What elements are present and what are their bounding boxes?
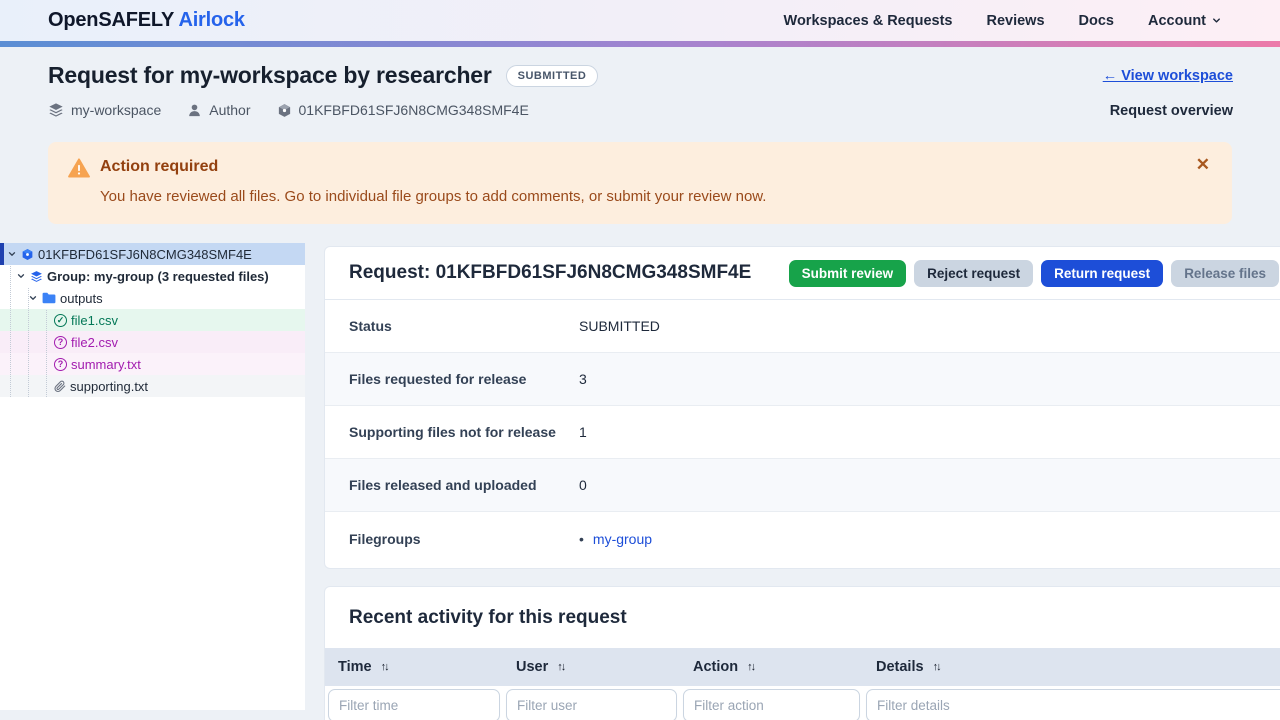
status-badge: SUBMITTED — [505, 64, 599, 87]
layers-icon — [48, 102, 64, 118]
check-circle-icon: ✓ — [54, 313, 67, 327]
page-title-row: Request for my-workspace by researcher S… — [48, 62, 599, 89]
release-files-button[interactable]: Release files — [1171, 259, 1279, 287]
request-card-header: Request: 01KFBFD61SFJ6N8CMG348SMF4E Subm… — [325, 247, 1280, 300]
filter-time-input[interactable] — [328, 689, 500, 720]
warning-icon — [68, 158, 90, 183]
filter-user-input[interactable] — [506, 689, 677, 720]
column-header-details[interactable]: Details ↑↓ — [863, 659, 1280, 675]
meta-workspace: my-workspace — [48, 102, 161, 118]
alert-title: Action required — [100, 158, 219, 175]
box-icon — [277, 103, 292, 118]
tree-guide — [28, 288, 29, 397]
paperclip-icon — [54, 380, 66, 393]
top-header: OpenSAFELY Airlock Workspaces & Requests… — [0, 0, 1280, 41]
sort-icon[interactable]: ↑↓ — [933, 661, 942, 673]
nav-account[interactable]: Account — [1148, 13, 1222, 29]
return-request-button[interactable]: Return request — [1041, 259, 1164, 287]
question-circle-icon: ? — [54, 335, 67, 349]
logo-opensafely: OpenSAFELY — [48, 9, 174, 31]
app-logo[interactable]: OpenSAFELY Airlock — [48, 9, 245, 32]
activity-filter-row — [325, 686, 1280, 720]
file-tree: 01KFBFD61SFJ6N8CMG348SMF4E Group: my-gro… — [0, 243, 305, 710]
user-icon — [187, 103, 202, 118]
request-actions: Submit review Reject request Return requ… — [788, 259, 1279, 287]
tree-guide — [10, 266, 11, 397]
tree-item-label: file2.csv — [71, 334, 118, 350]
filter-action-input[interactable] — [683, 689, 860, 720]
chevron-down-icon[interactable] — [28, 293, 38, 303]
meta-request-id: 01KFBFD61SFJ6N8CMG348SMF4E — [277, 102, 529, 118]
tree-item-label: file1.csv — [71, 312, 118, 328]
sort-icon[interactable]: ↑↓ — [557, 661, 566, 673]
tree-item-label: 01KFBFD61SFJ6N8CMG348SMF4E — [38, 246, 252, 262]
main-nav: Workspaces & Requests Reviews Docs Accou… — [784, 13, 1222, 29]
activity-title: Recent activity for this request — [349, 607, 627, 628]
question-circle-icon: ? — [54, 357, 67, 371]
request-card-title: Request: 01KFBFD61SFJ6N8CMG348SMF4E — [349, 262, 752, 283]
gradient-divider — [0, 41, 1280, 47]
filter-details-input[interactable] — [866, 689, 1280, 720]
request-box-icon — [21, 248, 34, 261]
tree-item-label: outputs — [60, 290, 103, 306]
submit-review-button[interactable]: Submit review — [788, 259, 907, 287]
close-icon[interactable]: ✕ — [1196, 155, 1210, 175]
column-header-action[interactable]: Action ↑↓ — [680, 659, 863, 675]
airlock-app: OpenSAFELY Airlock Workspaces & Requests… — [0, 0, 1280, 720]
layers-icon — [30, 270, 43, 283]
nav-docs[interactable]: Docs — [1079, 13, 1114, 29]
detail-row-status: Status SUBMITTED — [325, 300, 1280, 353]
request-meta: my-workspace Author 01KFBFD61SFJ6N8CMG34… — [48, 102, 529, 118]
chevron-down-icon[interactable] — [16, 271, 26, 281]
tree-item-group[interactable]: Group: my-group (3 requested files) — [0, 265, 305, 287]
activity-table-header: Time ↑↓ User ↑↓ Action ↑↓ Details ↑↓ — [325, 648, 1280, 686]
detail-row-files-released: Files released and uploaded 0 — [325, 459, 1280, 512]
bullet: • — [579, 530, 584, 547]
detail-row-files-requested: Files requested for release 3 — [325, 353, 1280, 406]
detail-row-filegroups: Filegroups • my-group — [325, 512, 1280, 565]
detail-row-supporting-files: Supporting files not for release 1 — [325, 406, 1280, 459]
status-value: SUBMITTED — [579, 318, 660, 334]
view-workspace-link[interactable]: ← View workspace — [1103, 68, 1233, 84]
tree-item-label: supporting.txt — [70, 378, 149, 394]
sort-icon[interactable]: ↑↓ — [381, 661, 390, 673]
page-title: Request for my-workspace by researcher — [48, 62, 492, 88]
recent-activity-card: Recent activity for this request Time ↑↓… — [324, 586, 1280, 720]
tree-item-request-root[interactable]: 01KFBFD61SFJ6N8CMG348SMF4E — [0, 243, 305, 265]
sort-icon[interactable]: ↑↓ — [747, 661, 756, 673]
tree-item-label: Group: my-group (3 requested files) — [47, 268, 269, 284]
request-overview-label: Request overview — [1109, 103, 1233, 119]
chevron-down-icon — [1211, 15, 1222, 26]
logo-airlock: Airlock — [178, 9, 245, 31]
tree-guide — [46, 310, 47, 397]
filegroups-value: • my-group — [579, 531, 1279, 547]
meta-author: Author — [187, 102, 251, 118]
nav-reviews[interactable]: Reviews — [986, 13, 1044, 29]
chevron-down-icon[interactable] — [7, 249, 17, 259]
request-details-card: Request: 01KFBFD61SFJ6N8CMG348SMF4E Subm… — [324, 246, 1280, 569]
column-header-time[interactable]: Time ↑↓ — [325, 659, 503, 675]
alert-message: You have reviewed all files. Go to indiv… — [100, 188, 767, 205]
reject-request-button[interactable]: Reject request — [914, 259, 1034, 287]
tree-item-outputs-folder[interactable]: outputs — [0, 287, 305, 309]
folder-icon — [42, 292, 56, 304]
tree-item-label: summary.txt — [71, 356, 141, 372]
action-required-alert: Action required You have reviewed all fi… — [48, 142, 1232, 224]
filegroup-link[interactable]: my-group — [593, 531, 652, 547]
column-header-user[interactable]: User ↑↓ — [503, 659, 680, 675]
nav-workspaces-requests[interactable]: Workspaces & Requests — [784, 13, 953, 29]
